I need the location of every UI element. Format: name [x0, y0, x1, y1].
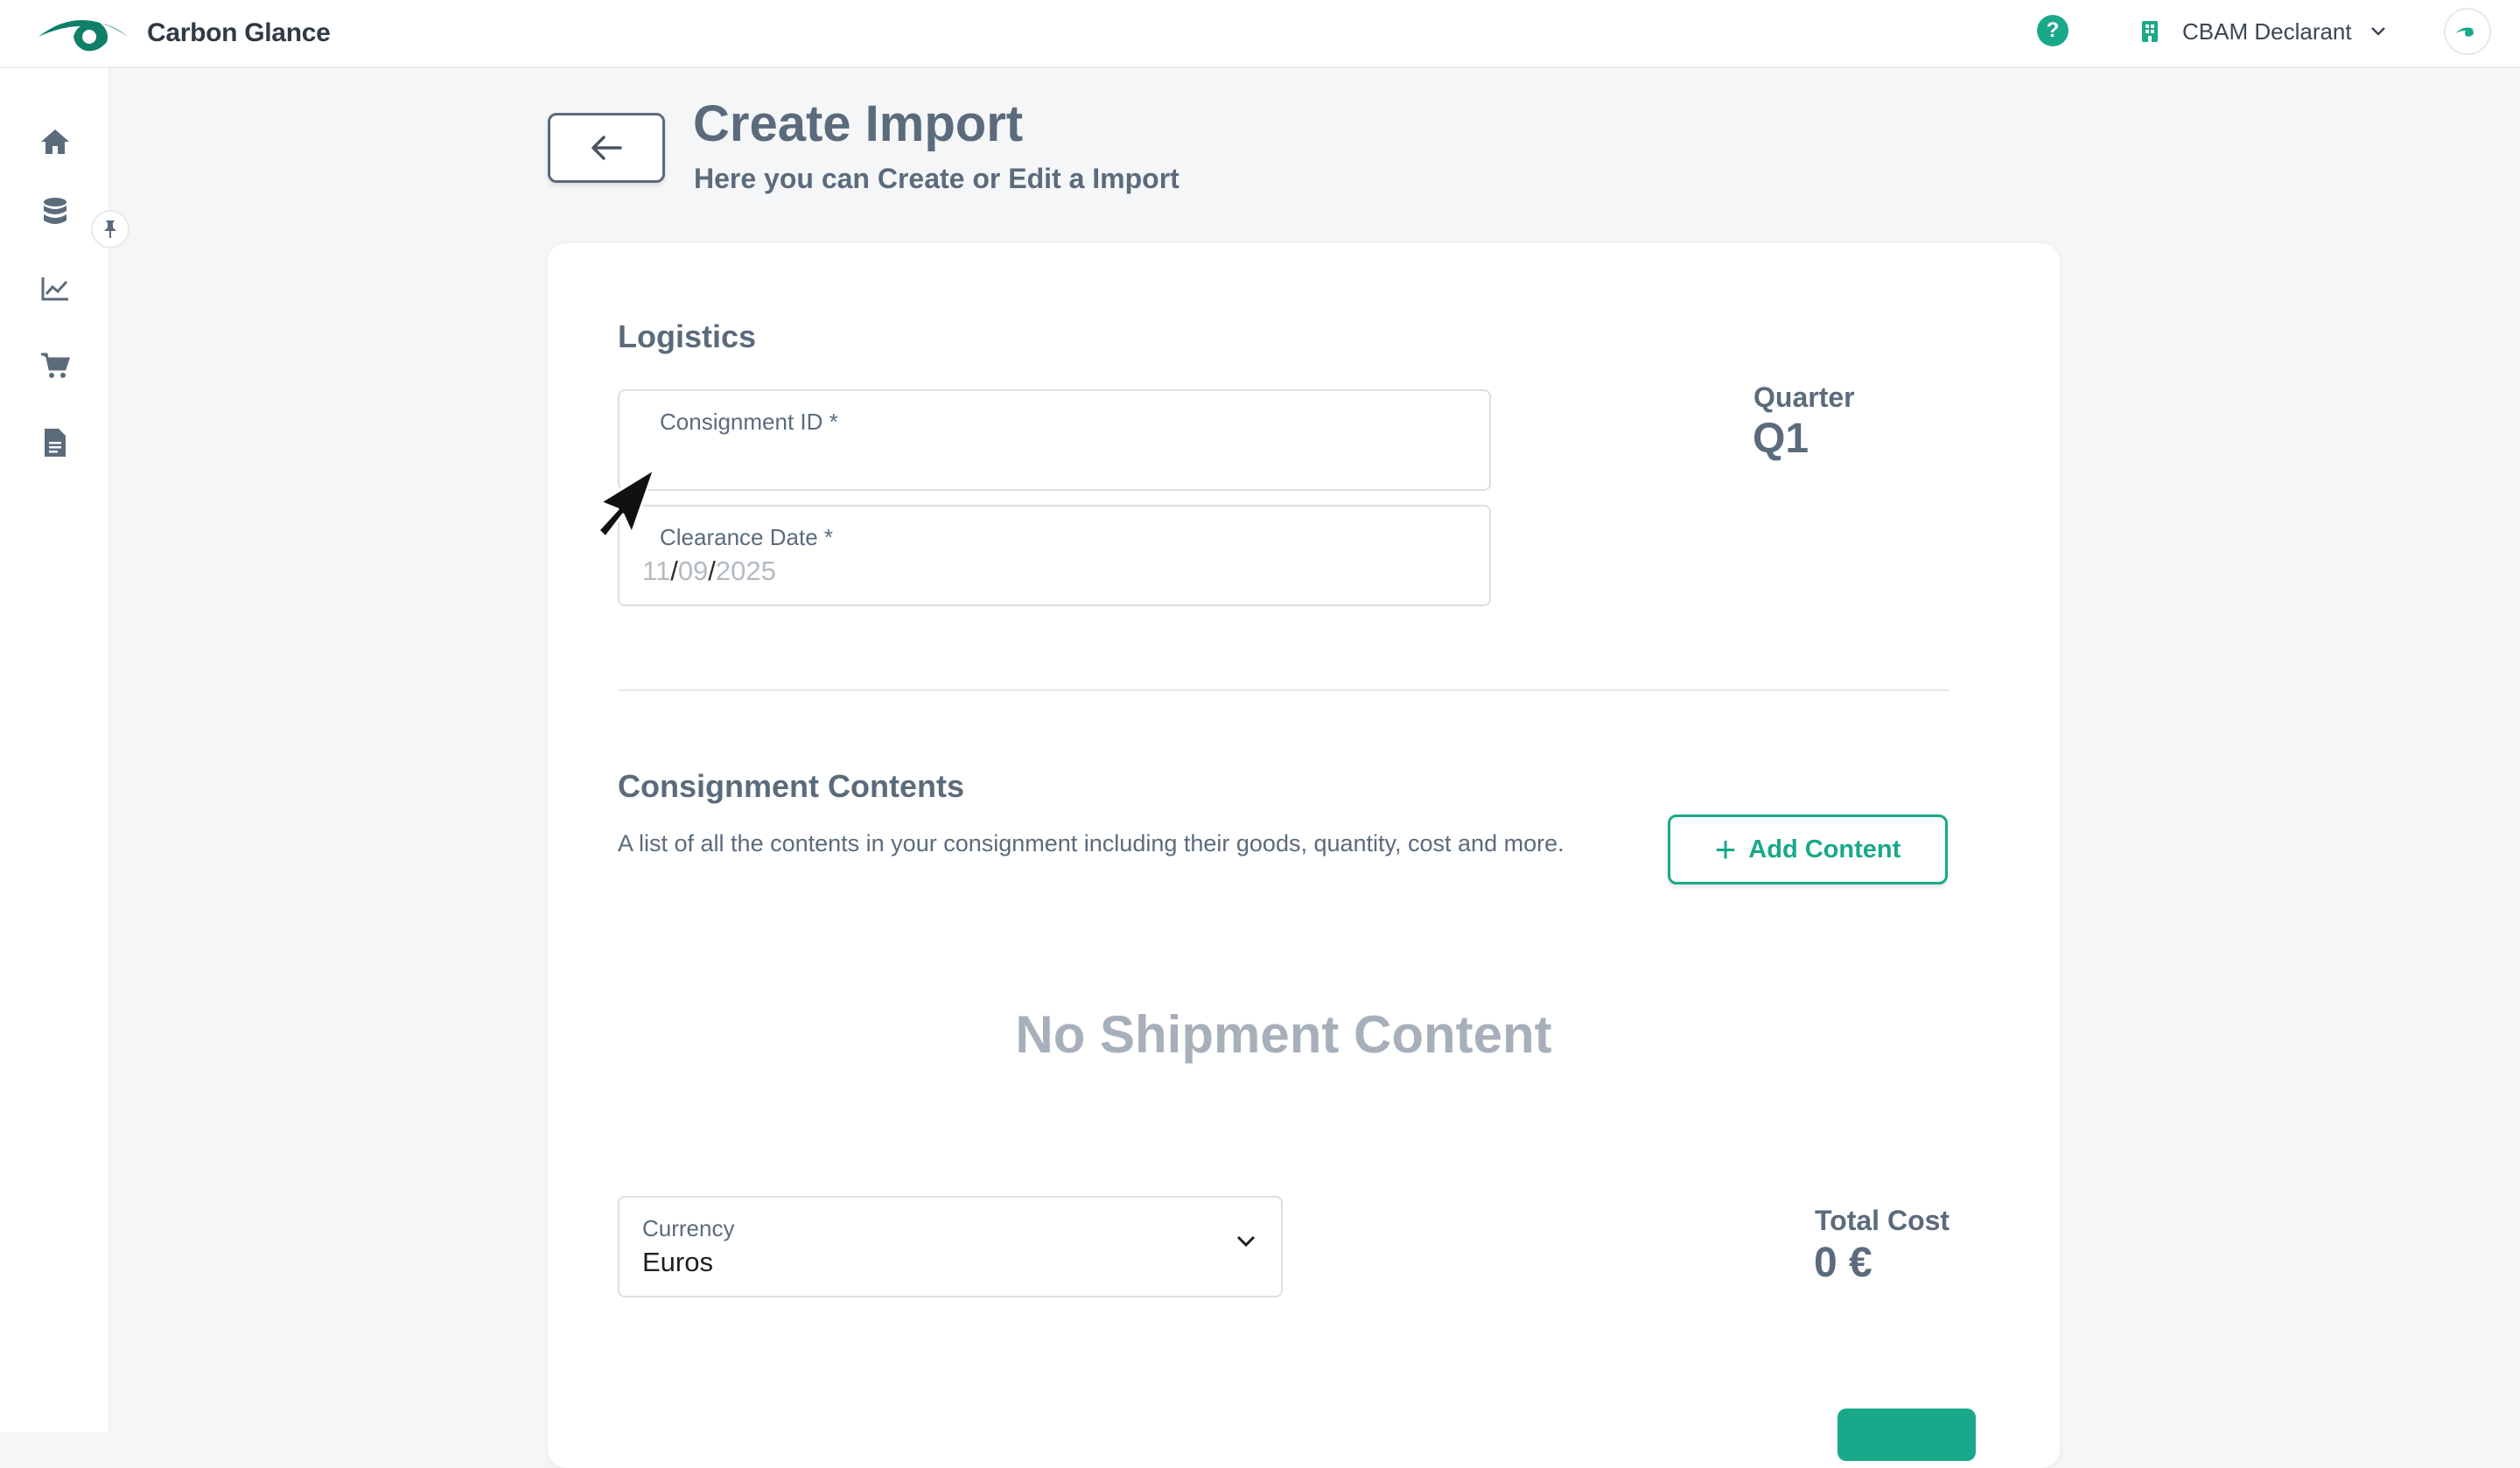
plus-icon: + — [1714, 828, 1737, 870]
document-icon[interactable] — [39, 427, 71, 458]
carbon-glance-logo-icon — [38, 20, 128, 52]
add-content-label: Add Content — [1748, 835, 1901, 863]
avatar[interactable] — [2444, 8, 2491, 55]
currency-value: Euros — [642, 1247, 713, 1277]
page-subtitle: Here you can Create or Edit a Import — [694, 163, 1180, 194]
database-icon[interactable] — [39, 196, 71, 227]
consignment-id-field[interactable]: Consignment ID * — [618, 389, 1491, 491]
chevron-down-icon — [2370, 27, 2385, 36]
empty-state-text: No Shipment Content — [1015, 1005, 1552, 1064]
clearance-date-field[interactable]: Clearance Date * 11/09/2025 — [618, 505, 1491, 606]
top-bar: Carbon Glance ? CBAM Declarant — [0, 0, 2520, 68]
chart-line-icon[interactable] — [39, 273, 71, 304]
help-icon[interactable]: ? — [2037, 15, 2068, 46]
pin-sidebar-button[interactable] — [91, 210, 130, 248]
home-icon[interactable] — [39, 126, 71, 157]
add-content-button[interactable]: + Add Content — [1668, 814, 1948, 884]
back-button[interactable] — [548, 113, 665, 183]
consignment-contents-title: Consignment Contents — [618, 768, 964, 804]
total-cost-value: 0 € — [1814, 1240, 1872, 1286]
role-name: CBAM Declarant — [2182, 17, 2352, 45]
date-year[interactable]: 2025 — [716, 556, 776, 586]
currency-label: Currency — [642, 1215, 735, 1241]
cart-icon[interactable] — [39, 350, 71, 381]
currency-select[interactable]: Currency Euros — [618, 1196, 1283, 1297]
date-day[interactable]: 11 — [642, 556, 670, 586]
role-selector[interactable]: CBAM Declarant — [2140, 14, 2387, 49]
consignment-contents-description: A list of all the contents in your consi… — [618, 830, 1564, 856]
section-divider — [618, 689, 1950, 691]
page-title: Create Import — [693, 95, 1024, 152]
arrow-left-icon — [592, 136, 622, 160]
total-cost-label: Total Cost — [1815, 1205, 1950, 1236]
logistics-title: Logistics — [618, 318, 757, 354]
quarter-value: Q1 — [1753, 416, 1810, 462]
eye-logo-icon — [2455, 27, 2480, 37]
clearance-date-value: 11/09/2025 — [642, 556, 776, 586]
pin-icon — [104, 220, 116, 238]
chevron-down-icon — [1236, 1235, 1256, 1248]
app-name: Carbon Glance — [147, 18, 331, 47]
mouse-pointer-icon — [597, 467, 656, 539]
brand[interactable]: Carbon Glance — [37, 10, 331, 56]
clearance-date-label: Clearance Date * — [660, 524, 833, 550]
date-month[interactable]: 09 — [678, 556, 708, 586]
save-button[interactable] — [1838, 1409, 1976, 1461]
sidebar — [0, 68, 110, 1432]
quarter-label: Quarter — [1754, 381, 1855, 413]
building-icon — [2142, 21, 2158, 42]
consignment-id-label: Consignment ID * — [660, 409, 838, 435]
